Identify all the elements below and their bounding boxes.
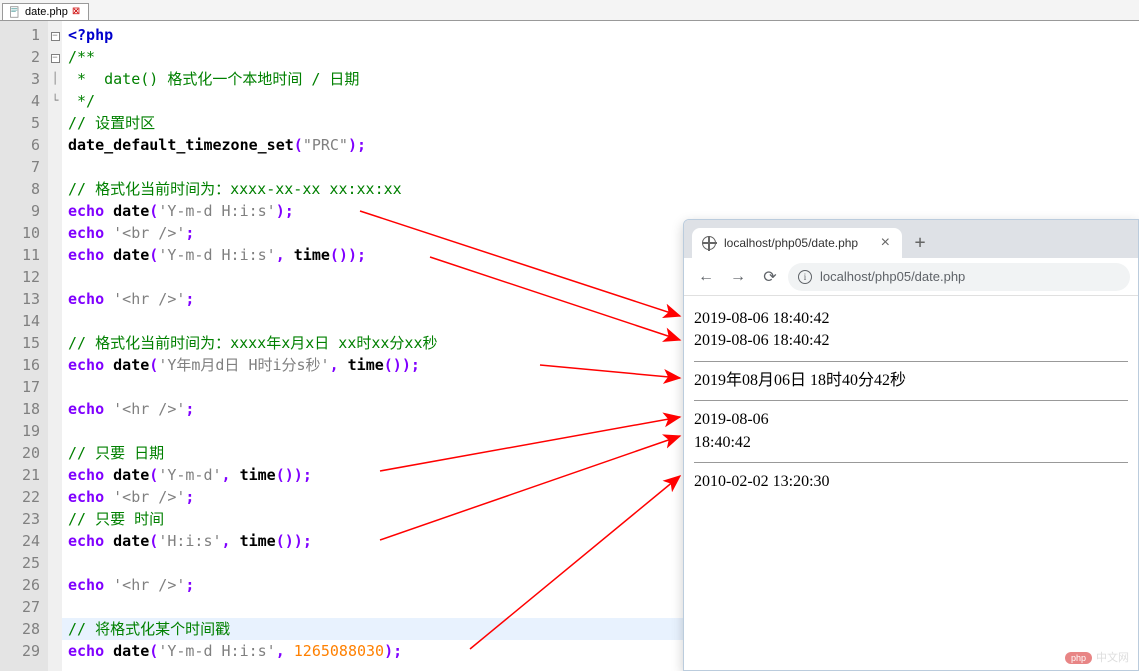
watermark-logo: php xyxy=(1065,652,1092,664)
favicon-globe-icon xyxy=(702,236,716,250)
browser-viewport: 2019-08-06 18:40:422019-08-06 18:40:4220… xyxy=(684,296,1138,505)
tab-filename: date.php xyxy=(25,6,68,18)
watermark: php 中文网 xyxy=(1065,649,1129,665)
fold-column: −−│└ xyxy=(48,21,62,671)
address-bar[interactable]: i localhost/php05/date.php xyxy=(788,263,1130,291)
editor-tab-bar: date.php ⊠ xyxy=(0,0,1139,21)
browser-window: localhost/php05/date.php × + ← → ⟳ i loc… xyxy=(683,219,1139,671)
browser-toolbar: ← → ⟳ i localhost/php05/date.php xyxy=(684,258,1138,296)
site-info-icon[interactable]: i xyxy=(798,270,812,284)
reload-button[interactable]: ⟳ xyxy=(756,263,784,291)
browser-tab[interactable]: localhost/php05/date.php × xyxy=(692,228,902,258)
forward-button[interactable]: → xyxy=(724,263,752,291)
close-icon[interactable]: × xyxy=(879,234,892,252)
file-icon xyxy=(9,6,21,18)
tab-close-icon[interactable]: ⊠ xyxy=(72,7,82,17)
browser-tab-title: localhost/php05/date.php xyxy=(724,236,871,250)
back-button[interactable]: ← xyxy=(692,263,720,291)
new-tab-button[interactable]: + xyxy=(906,228,934,256)
line-number-gutter: 1234567891011121314151617181920212223242… xyxy=(0,21,48,671)
file-tab[interactable]: date.php ⊠ xyxy=(2,3,89,20)
url-text: localhost/php05/date.php xyxy=(820,269,965,284)
watermark-text: 中文网 xyxy=(1096,652,1129,664)
browser-tab-strip: localhost/php05/date.php × + xyxy=(684,220,1138,258)
